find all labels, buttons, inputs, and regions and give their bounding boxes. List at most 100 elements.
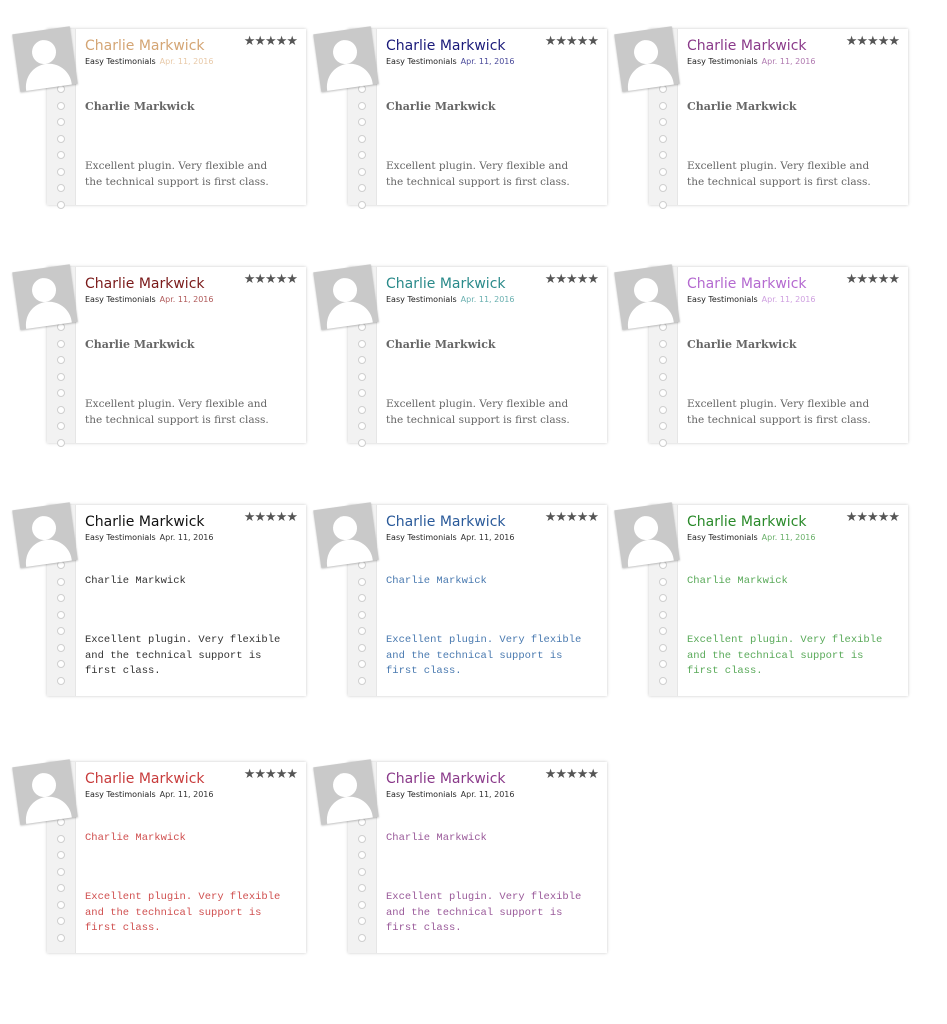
star-icon: ★	[867, 34, 879, 49]
testimonial-title: Charlie Markwick	[85, 338, 195, 351]
star-icon: ★	[566, 767, 578, 782]
testimonial-source: Easy Testimonials	[386, 790, 457, 799]
star-icon: ★	[845, 34, 858, 49]
rail-hole	[57, 660, 65, 668]
star-icon: ★	[877, 34, 890, 49]
rail-hole	[57, 373, 65, 381]
rail-hole	[57, 611, 65, 619]
testimonial-meta: Easy Testimonials Apr. 11, 2016	[85, 533, 213, 542]
testimonial-date: Apr. 11, 2016	[460, 533, 515, 542]
rail-hole	[659, 627, 667, 635]
star-icon: ★	[845, 272, 858, 287]
star-rating: ★★★★★	[545, 34, 599, 49]
star-icon: ★	[856, 34, 868, 49]
testimonial-author: Charlie Markwick	[85, 771, 205, 787]
testimonial-source: Easy Testimonials	[687, 57, 758, 66]
star-icon: ★	[888, 34, 900, 49]
testimonial-body: Excellent plugin. Very flexible and the …	[687, 160, 871, 188]
rail-hole	[358, 934, 366, 942]
rail-hole	[57, 102, 65, 110]
testimonial-title: Charlie Markwick	[85, 575, 186, 587]
star-icon: ★	[544, 767, 557, 782]
testimonial-source: Easy Testimonials	[386, 295, 457, 304]
rail-hole	[57, 389, 65, 397]
star-icon: ★	[566, 272, 578, 287]
testimonial-date: Apr. 11, 2016	[761, 533, 816, 542]
star-icon: ★	[254, 510, 266, 525]
star-icon: ★	[587, 272, 599, 287]
testimonial-title: Charlie Markwick	[687, 100, 797, 113]
testimonial-date: Apr. 11, 2016	[460, 295, 515, 304]
rail-hole	[659, 168, 667, 176]
testimonial-source: Easy Testimonials	[85, 790, 156, 799]
rail-hole	[57, 851, 65, 859]
testimonial-meta: Easy Testimonials Apr. 11, 2016	[687, 295, 815, 304]
testimonial-date: Apr. 11, 2016	[761, 295, 816, 304]
rail-hole	[659, 677, 667, 685]
avatar-placeholder-icon	[12, 759, 78, 825]
avatar-placeholder-icon	[313, 759, 379, 825]
star-icon: ★	[867, 510, 879, 525]
star-icon: ★	[555, 510, 567, 525]
star-icon: ★	[856, 272, 868, 287]
rail-hole	[358, 389, 366, 397]
testimonial-author: Charlie Markwick	[386, 514, 506, 530]
rail-hole	[659, 373, 667, 381]
testimonial-card: Charlie Markwick Easy Testimonials Apr. 11…	[348, 505, 607, 696]
star-icon: ★	[286, 767, 298, 782]
rail-hole	[358, 578, 366, 586]
star-icon: ★	[576, 510, 589, 525]
testimonial-meta: Easy Testimonials Apr. 11, 2016	[85, 57, 213, 66]
testimonial-title: Charlie Markwick	[386, 832, 487, 844]
testimonial-card: Charlie Markwick Easy Testimonials Apr. 11…	[348, 762, 607, 953]
rail-hole	[57, 627, 65, 635]
star-icon: ★	[265, 510, 277, 525]
rail-hole	[358, 406, 366, 414]
testimonial-meta: Easy Testimonials Apr. 11, 2016	[386, 295, 514, 304]
rail-hole	[659, 356, 667, 364]
testimonial-card: Charlie Markwick Easy Testimonials Apr. 11…	[47, 505, 306, 696]
star-icon: ★	[877, 272, 890, 287]
star-icon: ★	[576, 34, 589, 49]
rail-hole	[358, 151, 366, 159]
testimonial-title: Charlie Markwick	[386, 575, 487, 587]
testimonial-meta: Easy Testimonials Apr. 11, 2016	[386, 57, 514, 66]
rail-hole	[659, 611, 667, 619]
rail-hole	[659, 201, 667, 209]
rail-hole	[659, 439, 667, 447]
testimonial-body: Excellent plugin. Very flexible and the …	[687, 398, 871, 426]
star-icon: ★	[877, 510, 890, 525]
testimonial-source: Easy Testimonials	[687, 533, 758, 542]
avatar-placeholder-icon	[614, 26, 680, 92]
star-rating: ★★★★★	[544, 510, 599, 525]
testimonial-body: Excellent plugin. Very flexible and the …	[386, 398, 570, 426]
testimonial-source: Easy Testimonials	[85, 295, 156, 304]
rail-hole	[57, 677, 65, 685]
star-icon: ★	[243, 767, 256, 782]
avatar-placeholder-icon	[12, 26, 78, 92]
rail-hole	[358, 611, 366, 619]
testimonial-card: Charlie Markwick Easy Testimonials Apr. 11…	[47, 29, 306, 209]
star-icon: ★	[544, 510, 557, 525]
star-rating: ★★★★★	[545, 272, 599, 287]
rail-hole	[659, 340, 667, 348]
rail-hole	[659, 184, 667, 192]
testimonial-card: Charlie Markwick Easy Testimonials Apr. 11…	[47, 762, 306, 953]
testimonial-author: Charlie Markwick	[85, 38, 205, 54]
testimonial-date: Apr. 11, 2016	[159, 790, 214, 799]
rail-hole	[659, 118, 667, 126]
testimonial-title: Charlie Markwick	[386, 338, 496, 351]
star-icon: ★	[286, 272, 298, 287]
star-icon: ★	[275, 34, 288, 49]
star-icon: ★	[254, 34, 266, 49]
testimonial-body: Excellent plugin. Very flexible and the …	[85, 891, 281, 934]
testimonial-author: Charlie Markwick	[386, 276, 506, 292]
rail-hole	[358, 851, 366, 859]
rail-hole	[57, 201, 65, 209]
avatar-head	[30, 514, 58, 542]
rail-hole	[57, 184, 65, 192]
star-icon: ★	[576, 767, 589, 782]
rail-hole	[659, 135, 667, 143]
testimonial-author: Charlie Markwick	[85, 276, 205, 292]
star-icon: ★	[275, 272, 288, 287]
